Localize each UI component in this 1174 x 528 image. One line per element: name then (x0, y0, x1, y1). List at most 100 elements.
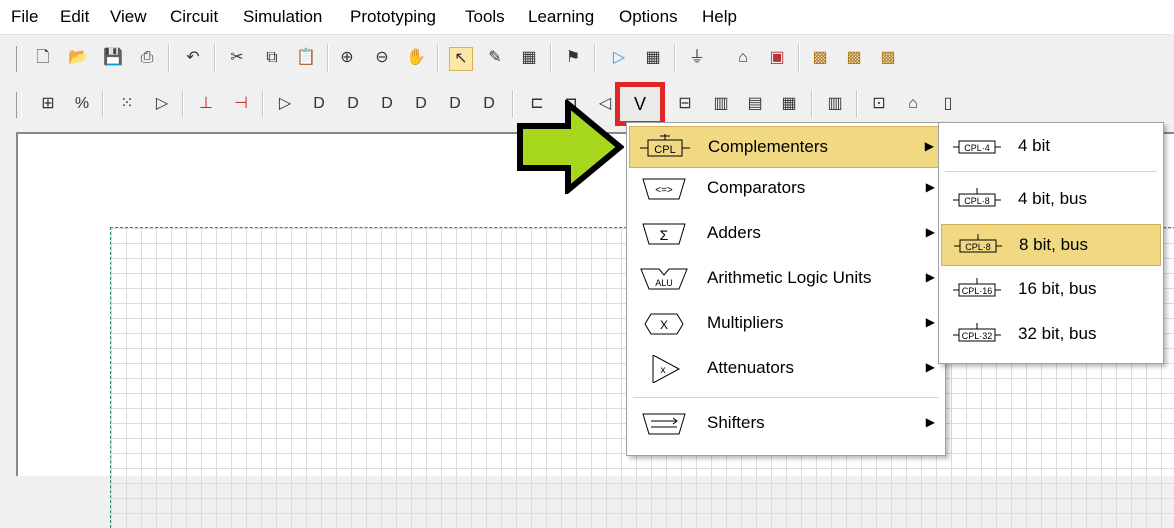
menu-item-label: Adders (707, 223, 761, 242)
print-icon[interactable]: ⎙ (136, 47, 158, 69)
comparator-icon: <=> (642, 178, 686, 200)
shifter-icon (642, 413, 686, 435)
submenu-item-4bit[interactable]: CPL·4 4 bit (941, 126, 1161, 168)
menu-item-comparators[interactable]: <=> Comparators ▶ (629, 168, 943, 210)
vertical-chip-icon[interactable]: ▯ (937, 93, 959, 115)
menu-prototyping[interactable]: Prototyping (350, 7, 436, 27)
wire-delete-icon[interactable]: ⊥ (195, 93, 217, 115)
submenu-arrow-icon: ▶ (925, 180, 935, 194)
and-gate-icon[interactable]: D (308, 93, 330, 115)
menu-circuit[interactable]: Circuit (170, 7, 218, 27)
nor-gate-icon[interactable]: D (410, 93, 432, 115)
menu-item-alu[interactable]: ALU Arithmetic Logic Units ▶ (629, 258, 943, 300)
menu-item-label: Shifters (707, 413, 765, 432)
svg-text:CPL·16: CPL·16 (962, 286, 993, 296)
submenu-item-label: 8 bit, bus (1019, 235, 1088, 254)
cpl-4-icon: CPL·4 (953, 140, 1001, 154)
svg-text:CPL·4: CPL·4 (964, 143, 990, 153)
submenu-item-8bit-bus[interactable]: CPL·8 8 bit, bus (941, 224, 1161, 266)
submenu-item-4bit-bus[interactable]: CPL·8 4 bit, bus (941, 179, 1161, 221)
dip-chip-icon[interactable]: ▥ (824, 93, 846, 115)
xnor-gate-icon[interactable]: D (478, 93, 500, 115)
svg-text:x: x (661, 365, 666, 376)
arithmetic-dropdown-menu: CPL Complementers ▶ <=> Comparators ▶ Σ … (626, 122, 946, 456)
house-chip-icon[interactable]: ⌂ (902, 93, 924, 115)
menu-item-label: Arithmetic Logic Units (707, 268, 872, 287)
green-arrow-icon (517, 100, 624, 194)
cpl-16-icon: CPL·16 (953, 278, 1001, 297)
svg-text:CPL·32: CPL·32 (962, 331, 993, 341)
pointer-select-icon[interactable]: ↖ (449, 47, 473, 71)
xor-gate-icon[interactable]: D (444, 93, 466, 115)
zoom-in-icon[interactable]: ⊕ (336, 47, 358, 69)
menu-tools[interactable]: Tools (465, 7, 505, 27)
board-icon[interactable]: ▣ (766, 47, 788, 69)
copy-icon[interactable]: ⧉ (261, 47, 283, 69)
zoom-out-icon[interactable]: ⊖ (371, 47, 393, 69)
playback-icon[interactable]: ▷ (151, 93, 173, 115)
attenuator-icon: x (652, 355, 681, 383)
save-icon[interactable]: 💾 (102, 47, 124, 69)
menu-view[interactable]: View (110, 7, 147, 27)
toolbar-grip[interactable] (16, 46, 22, 72)
cut-icon[interactable]: ✂ (226, 47, 248, 69)
signal-icon[interactable]: ⏚ (686, 47, 708, 69)
percent-icon[interactable]: % (71, 93, 93, 115)
submenu-item-label: 16 bit, bus (1018, 279, 1097, 298)
house-net-icon[interactable]: ⌂ (732, 47, 754, 69)
menu-simulation[interactable]: Simulation (243, 7, 322, 27)
arithmetic-v-icon: V (633, 94, 646, 114)
eraser-icon[interactable]: ✎ (484, 47, 506, 69)
memory-icon[interactable]: ▦ (778, 93, 800, 115)
open-folder-icon[interactable]: 📂 (67, 47, 89, 69)
run-simulation-icon[interactable]: ▷ (608, 47, 630, 69)
menu-item-complementers[interactable]: CPL Complementers ▶ (629, 126, 943, 168)
paste-icon[interactable]: 📋 (295, 47, 317, 69)
toolbar-grip[interactable] (16, 92, 22, 118)
menu-item-attenuators[interactable]: x Attenuators ▶ (629, 348, 943, 390)
menu-item-adders[interactable]: Σ Adders ▶ (629, 213, 943, 255)
submenu-item-32bit-bus[interactable]: CPL·32 32 bit, bus (941, 314, 1161, 356)
menu-edit[interactable]: Edit (60, 7, 89, 27)
new-file-icon[interactable]: 🗋 (32, 47, 54, 69)
menu-options[interactable]: Options (619, 7, 678, 27)
menu-help[interactable]: Help (702, 7, 737, 27)
io-block-icon[interactable]: ⊞ (37, 93, 59, 115)
submenu-item-label: 32 bit, bus (1018, 324, 1097, 343)
submenu-item-16bit-bus[interactable]: CPL·16 16 bit, bus (941, 269, 1161, 311)
submenu-item-label: 4 bit, bus (1018, 189, 1087, 208)
flipflop-icon[interactable]: ⊟ (674, 93, 696, 115)
menu-item-shifters[interactable]: Shifters ▶ (629, 403, 943, 445)
dots-display-icon[interactable]: ⁙ (116, 93, 138, 115)
stop-simulation-icon[interactable]: ▦ (642, 47, 664, 69)
proto-board-1-icon[interactable]: ▩ (809, 47, 831, 69)
submenu-item-label: 4 bit (1018, 136, 1051, 155)
register-icon[interactable]: ▥ (710, 93, 732, 115)
adder-icon: Σ (642, 223, 686, 245)
chip-select-icon[interactable]: ▦ (518, 47, 540, 69)
svg-text:X: X (660, 318, 668, 332)
submenu-arrow-icon: ▶ (924, 139, 934, 153)
nand-gate-icon[interactable]: D (342, 93, 364, 115)
alu-icon: ALU (640, 268, 688, 290)
svg-text:<=>: <=> (655, 185, 673, 196)
proto-board-2-icon[interactable]: ▩ (843, 47, 865, 69)
hand-pan-icon[interactable]: ✋ (405, 47, 427, 69)
cpl-8-icon: CPL·8 (953, 188, 1001, 207)
undo-icon[interactable]: ↶ (182, 47, 204, 69)
counter-icon[interactable]: ▤ (744, 93, 766, 115)
cpl-32-icon: CPL·32 (953, 323, 1001, 342)
probe-icon[interactable]: ⚑ (562, 47, 584, 69)
svg-text:ALU: ALU (655, 278, 673, 288)
main-toolbar: 🗋 📂 💾 ⎙ ↶ ✂ ⧉ 📋 ⊕ ⊖ ✋ ↖ ✎ ▦ ⚑ ▷ ▦ ⏚ ⌂ ▣ … (0, 38, 1174, 78)
buffer-gate-icon[interactable]: ▷ (274, 93, 296, 115)
menu-item-multipliers[interactable]: X Multipliers ▶ (629, 303, 943, 345)
menu-item-label: Multipliers (707, 313, 784, 332)
menu-learning[interactable]: Learning (528, 7, 594, 27)
menu-file[interactable]: File (11, 7, 38, 27)
proto-board-3-icon[interactable]: ▩ (877, 47, 899, 69)
node-delete-icon[interactable]: ⊣ (230, 93, 252, 115)
subcircuit-icon[interactable]: ⊡ (868, 93, 890, 115)
complementers-submenu: CPL·4 4 bit CPL·8 4 bit, bus CPL·8 8 bit… (938, 122, 1164, 364)
or-gate-icon[interactable]: D (376, 93, 398, 115)
